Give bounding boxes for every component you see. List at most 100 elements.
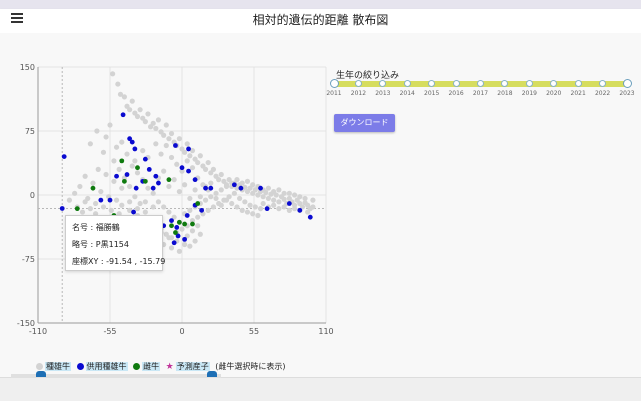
y-tick-label: -75 (22, 255, 35, 264)
gray-point (127, 183, 133, 190)
gray-point (168, 154, 175, 161)
blue-point (184, 213, 190, 218)
gray-point (176, 188, 182, 195)
gray-point (163, 122, 169, 128)
year-label: 2018 (497, 90, 513, 97)
gray-point (187, 153, 193, 159)
gray-point (202, 166, 209, 172)
green-point (119, 158, 125, 164)
year-label: 2015 (424, 90, 440, 97)
blue-point (171, 240, 177, 246)
bottom-scroll-handle[interactable] (207, 371, 217, 377)
green-dot-icon (133, 363, 141, 370)
gray-point (218, 202, 224, 208)
range-handle[interactable] (329, 79, 339, 88)
gray-point (93, 200, 99, 207)
gray-point (111, 158, 117, 164)
gray-point (100, 204, 107, 210)
blue-point (238, 185, 244, 191)
blue-point (203, 185, 208, 191)
gray-point (182, 149, 188, 155)
gray-point (145, 111, 151, 117)
blue-point (114, 173, 119, 179)
gray-point (87, 141, 93, 147)
year-filter-label: 生年の絞り込み (336, 71, 400, 81)
blue-point (208, 185, 214, 191)
gray-point (161, 168, 167, 174)
gray-point (110, 71, 116, 77)
blue-point (192, 177, 198, 183)
blue-point (169, 218, 174, 224)
gray-point (124, 151, 130, 157)
green-point (173, 230, 178, 235)
gray-point (297, 194, 303, 200)
gray-point (87, 206, 93, 212)
download-button[interactable]: ダウンロード (334, 114, 395, 132)
tooltip-code: 略号 : P黒1154 (72, 240, 129, 249)
gray-point (197, 231, 203, 237)
gray-point (77, 183, 83, 190)
y-tick-label: 0 (30, 191, 35, 200)
blue-point (264, 206, 270, 212)
blue-point (150, 185, 156, 191)
bottom-bar (0, 377, 641, 401)
year-label: 2011 (326, 90, 342, 97)
range-handle[interactable] (622, 79, 632, 88)
gray-point (216, 177, 222, 183)
legend-item-cow[interactable]: 雌牛 (133, 361, 161, 372)
year-label: 2012 (350, 90, 367, 97)
gray-point (176, 136, 182, 142)
gray-point (127, 199, 133, 205)
year-label: 2022 (594, 90, 611, 97)
gray-point (239, 207, 245, 213)
legend-item-active-bull[interactable]: 供用種雄牛 (76, 361, 128, 372)
gray-point (116, 166, 122, 172)
green-point (135, 165, 140, 171)
gray-point (223, 197, 230, 203)
gray-point (153, 141, 159, 147)
gray-point (231, 190, 237, 196)
gray-point (286, 190, 292, 196)
gray-point (145, 185, 151, 191)
gray-point (161, 204, 167, 210)
gray-point (184, 158, 190, 164)
gray-point (129, 98, 135, 104)
year-label: 2017 (472, 90, 489, 97)
gray-point (257, 206, 264, 212)
gray-point (213, 190, 219, 196)
app-header: 相対的遺伝的距離 散布図 (0, 9, 641, 33)
gray-point (158, 151, 164, 157)
gray-point (197, 194, 203, 200)
gray-point (150, 204, 156, 210)
gray-point (134, 206, 141, 212)
y-tick-label: 75 (25, 127, 35, 136)
star-icon: ★ (165, 362, 174, 372)
blue-point (59, 206, 65, 211)
green-point (142, 178, 148, 184)
blue-point (107, 197, 113, 203)
legend-note: (雌牛選択時に表示) (215, 362, 286, 371)
gray-point (195, 214, 201, 220)
legend-item-predicted-calf[interactable]: ★ 予測産子 (166, 361, 210, 372)
gray-point (192, 238, 198, 244)
year-tick-mark (403, 80, 411, 87)
gray-point (281, 190, 287, 196)
gray-point (142, 199, 148, 205)
gray-point (82, 199, 88, 205)
gray-point (115, 81, 121, 87)
year-label: 2014 (399, 90, 415, 97)
x-tick-label: 110 (318, 327, 333, 336)
gray-point (305, 209, 311, 215)
gray-point (137, 107, 143, 113)
year-label: 2013 (375, 90, 391, 97)
bottom-scroll-handle[interactable] (36, 371, 46, 377)
blue-point (186, 168, 191, 174)
top-strip (0, 0, 641, 9)
legend-label: 雌牛 (142, 362, 161, 371)
gray-point (187, 243, 193, 249)
blue-point (231, 182, 237, 188)
gray-point (134, 113, 141, 120)
gray-point (166, 235, 172, 241)
point-tooltip: 名号 : 福勝鶴 略号 : P黒1154 座標XY : -91.54 , -15… (65, 215, 165, 271)
gray-point (103, 171, 109, 178)
